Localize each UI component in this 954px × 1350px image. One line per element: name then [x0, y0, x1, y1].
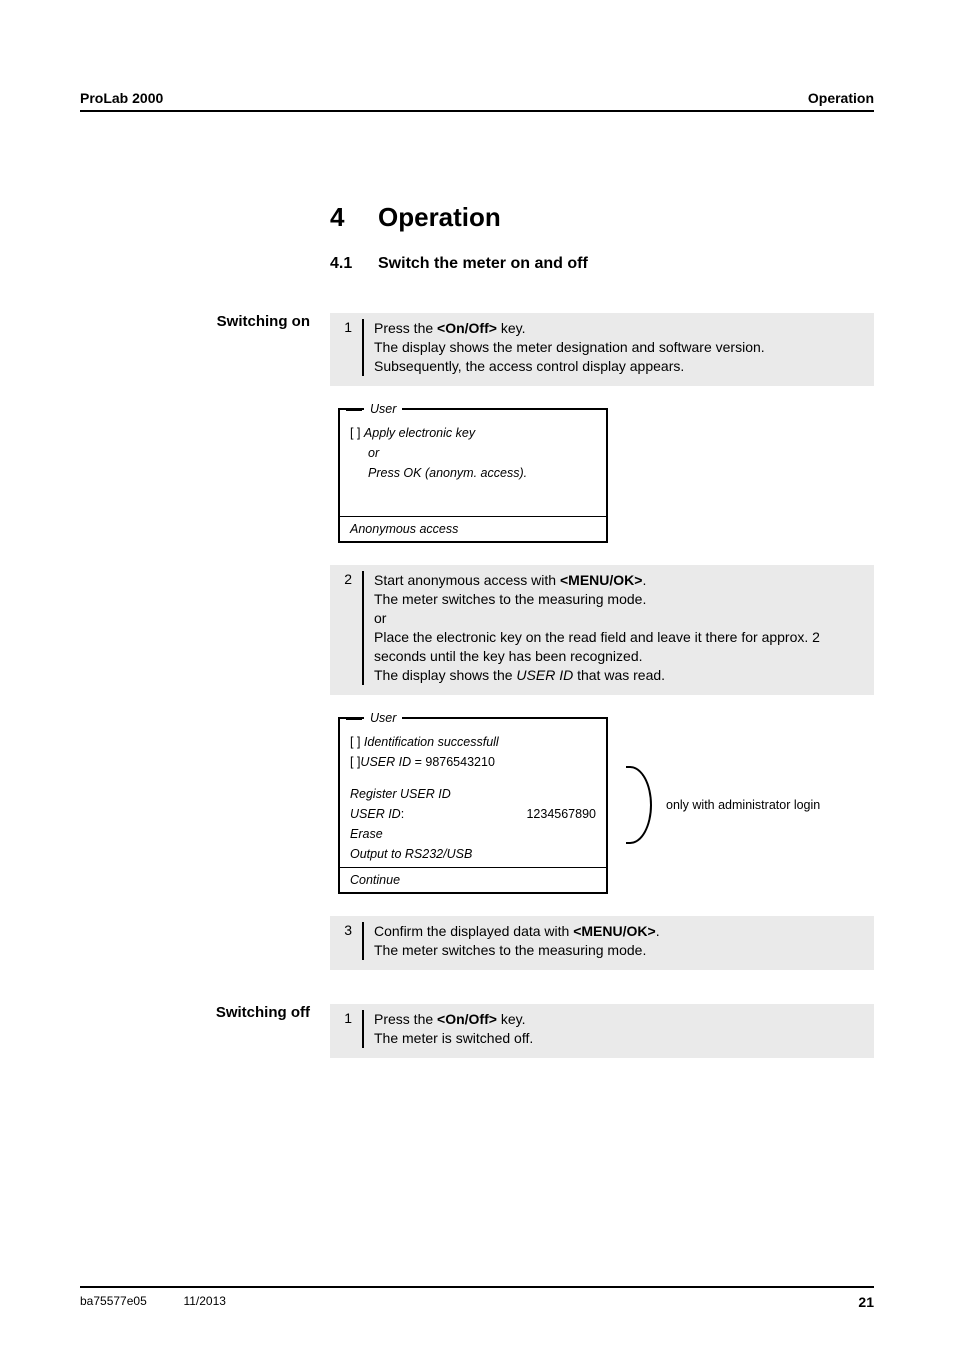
- step-number: 3: [338, 922, 362, 960]
- panel-title: User: [364, 709, 402, 727]
- chapter-number: 4: [330, 202, 378, 233]
- display-panel-1-wrap: User [ ] Apply electronic key or Press O…: [338, 408, 874, 544]
- chapter-heading: 4 Operation: [330, 202, 874, 233]
- step-divider: [362, 922, 364, 960]
- section-heading: 4.1 Switch the meter on and off: [330, 255, 874, 273]
- page-number: 21: [858, 1294, 874, 1310]
- text: Press the: [374, 320, 437, 336]
- footer-date: 11/2013: [183, 1294, 226, 1308]
- section-title: Switch the meter on and off: [378, 255, 588, 273]
- text: Press the: [374, 1011, 437, 1027]
- panel-footer: Continue: [340, 867, 606, 892]
- step-3: 3 Confirm the displayed data with <MENU/…: [330, 916, 874, 970]
- switching-off-block: Switching off 1 Press the <On/Off> key. …: [80, 1004, 874, 1058]
- page: ProLab 2000 Operation 4 Operation 4.1 Sw…: [0, 0, 954, 1350]
- panel-footer: Anonymous access: [340, 516, 606, 541]
- text: The meter switches to the measuring mode…: [374, 591, 646, 607]
- header-right: Operation: [808, 90, 874, 106]
- display-panel-2-wrap: User [ ] Identification successfull [ ]U…: [338, 717, 874, 895]
- user-id-italic: USER ID: [516, 667, 573, 683]
- text: = 9876543210: [411, 755, 495, 769]
- text: 1234567890: [526, 805, 596, 823]
- chapter-title: Operation: [378, 202, 501, 233]
- key-menuok: <MENU/OK>: [573, 923, 655, 939]
- text: The meter switches to the measuring mode…: [374, 942, 646, 958]
- page-header: ProLab 2000 Operation: [80, 90, 874, 112]
- step-number: 1: [338, 1010, 362, 1048]
- step-number: 1: [338, 319, 362, 376]
- text: Place the electronic key on the read fie…: [374, 629, 820, 664]
- switching-on-block: Switching on 1 Press the <On/Off> key. T…: [80, 313, 874, 970]
- header-left: ProLab 2000: [80, 90, 163, 106]
- text: Start anonymous access with: [374, 572, 560, 588]
- text: The display shows the meter designation …: [374, 339, 765, 355]
- display-panel-2: User [ ] Identification successfull [ ]U…: [338, 717, 608, 895]
- text: USER ID: [350, 807, 401, 821]
- switching-off-label: Switching off: [80, 1004, 330, 1058]
- text: .: [656, 923, 660, 939]
- text: Output to RS232/USB: [350, 845, 596, 863]
- text: The display shows the: [374, 667, 516, 683]
- text: or: [350, 444, 596, 462]
- curly-brace-icon: [626, 766, 652, 844]
- step-text: Press the <On/Off> key. The display show…: [374, 319, 866, 376]
- checkbox-icon: [ ]: [350, 735, 364, 749]
- step-text: Start anonymous access with <MENU/OK>. T…: [374, 571, 866, 684]
- section-number: 4.1: [330, 255, 378, 273]
- page-footer: ba75577e05 11/2013 21: [80, 1286, 874, 1310]
- checkbox-icon: [ ]: [350, 755, 360, 769]
- switching-on-label: Switching on: [80, 313, 330, 970]
- text: Register USER ID: [350, 785, 596, 803]
- main-content: 4 Operation 4.1 Switch the meter on and …: [80, 202, 874, 1058]
- footer-doc-id: ba75577e05: [80, 1294, 147, 1308]
- key-onoff: <On/Off>: [437, 320, 497, 336]
- text: that was read.: [573, 667, 665, 683]
- admin-annotation: only with administrator login: [666, 798, 820, 812]
- text: Press OK (anonym. access).: [350, 464, 596, 482]
- step-1: 1 Press the <On/Off> key. The display sh…: [330, 313, 874, 386]
- step-2: 2 Start anonymous access with <MENU/OK>.…: [330, 565, 874, 694]
- step-divider: [362, 319, 364, 376]
- step-text: Confirm the displayed data with <MENU/OK…: [374, 922, 866, 960]
- text: key.: [497, 1011, 526, 1027]
- checkbox-icon: [ ]: [350, 426, 364, 440]
- step-divider: [362, 571, 364, 684]
- text: Apply electronic key: [364, 426, 475, 440]
- text: Erase: [350, 825, 596, 843]
- step-divider: [362, 1010, 364, 1048]
- text: The meter is switched off.: [374, 1030, 533, 1046]
- key-onoff: <On/Off>: [437, 1011, 497, 1027]
- key-menuok: <MENU/OK>: [560, 572, 642, 588]
- step-text: Press the <On/Off> key. The meter is swi…: [374, 1010, 866, 1048]
- text: :: [401, 807, 404, 821]
- step-number: 2: [338, 571, 362, 684]
- text: .: [642, 572, 646, 588]
- text: Subsequently, the access control display…: [374, 358, 684, 374]
- step-1-off: 1 Press the <On/Off> key. The meter is s…: [330, 1004, 874, 1058]
- text: USER ID: [360, 755, 411, 769]
- text: Confirm the displayed data with: [374, 923, 573, 939]
- text: key.: [497, 320, 526, 336]
- text: Identification successfull: [364, 735, 499, 749]
- panel-title: User: [364, 400, 402, 418]
- display-panel-1: User [ ] Apply electronic key or Press O…: [338, 408, 608, 544]
- text: or: [374, 610, 386, 626]
